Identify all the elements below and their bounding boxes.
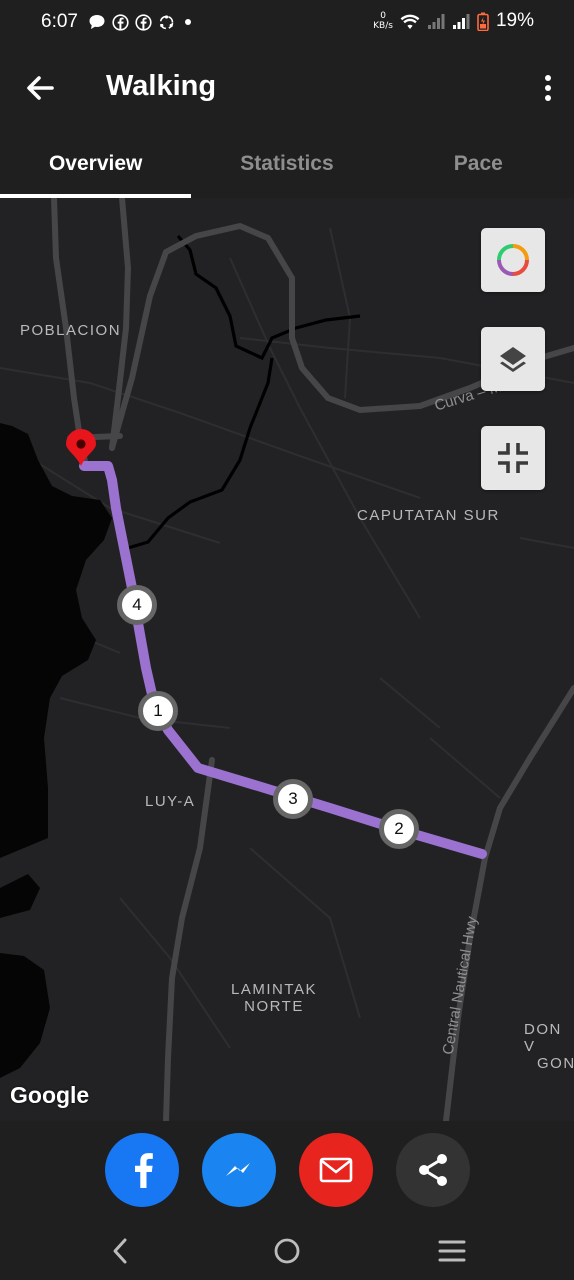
coastline — [0, 423, 112, 858]
status-time: 6:07 — [41, 11, 78, 32]
notification-icons — [88, 13, 195, 31]
map-layers-button[interactable] — [481, 327, 545, 391]
share-bar — [0, 1121, 574, 1221]
system-nav-bar — [0, 1221, 574, 1280]
layers-icon — [500, 347, 526, 372]
route-marker-1[interactable]: 1 — [138, 691, 178, 731]
signal-weak-icon — [427, 13, 445, 29]
app-bar: Walking — [0, 48, 574, 130]
map-view[interactable]: POBLACION CAPUTATAN SUR LUY-A LAMINTAK N… — [0, 198, 574, 1121]
facebook-icon — [135, 1153, 153, 1188]
share-email-button[interactable] — [299, 1133, 373, 1207]
place-label-line-2: GON — [537, 1055, 574, 1072]
place-label-line-1: DON V — [524, 1021, 562, 1055]
place-label-line-1: LAMINTAK — [231, 981, 317, 998]
facebook-icon — [135, 13, 152, 31]
net-speed: 0 KB/s — [373, 11, 393, 31]
battery-icon — [477, 12, 489, 31]
tab-pace[interactable]: Pace — [383, 130, 574, 198]
share-facebook-button[interactable] — [105, 1133, 179, 1207]
google-attribution: Google — [10, 1082, 90, 1108]
collapse-map-button[interactable] — [481, 426, 545, 490]
share-messenger-button[interactable] — [202, 1133, 276, 1207]
mail-icon — [319, 1157, 353, 1183]
status-bar: 6:07 0 KB/s 19% — [0, 0, 574, 48]
place-label-caputatan-sur: CAPUTATAN SUR — [357, 507, 500, 524]
tab-statistics[interactable]: Statistics — [191, 130, 382, 198]
tab-overview[interactable]: Overview — [0, 130, 192, 198]
route-marker-3[interactable]: 3 — [273, 779, 313, 819]
chat-bubble-icon — [89, 15, 105, 29]
color-ring-icon — [497, 244, 529, 276]
facebook-icon — [112, 13, 129, 31]
wifi-icon — [400, 14, 420, 29]
place-label-line-2: NORTE — [244, 998, 304, 1015]
messenger-icon — [226, 1163, 250, 1176]
home-circle-icon — [274, 1238, 300, 1264]
place-label-poblacion: POBLACION — [20, 322, 122, 339]
coast-islet — [0, 874, 40, 918]
place-label-don: DON V GON — [524, 1021, 574, 1072]
dot-icon — [185, 19, 191, 25]
arrow-left-icon — [27, 76, 54, 100]
nav-home-button[interactable] — [267, 1233, 307, 1269]
nav-back-button[interactable] — [100, 1233, 140, 1269]
recycle-icon — [159, 14, 174, 29]
route-color-button[interactable] — [481, 228, 545, 292]
share-icon — [419, 1154, 447, 1186]
back-button[interactable] — [22, 72, 58, 104]
place-label-luy-a: LUY-A — [145, 793, 196, 810]
battery-percent: 19% — [495, 10, 534, 31]
recents-icon — [438, 1240, 466, 1262]
route-marker-2[interactable]: 2 — [379, 809, 419, 849]
net-speed-value: 0 — [380, 11, 386, 21]
more-vertical-icon — [545, 75, 551, 101]
nav-recents-button[interactable] — [432, 1233, 472, 1269]
signal-icon — [452, 13, 470, 29]
location-pin-icon — [66, 429, 96, 466]
net-speed-unit: KB/s — [373, 21, 393, 31]
place-label-lamintak-norte: LAMINTAK NORTE — [231, 981, 317, 1015]
tab-bar: Overview Statistics Pace — [0, 130, 574, 198]
status-indicators: 0 KB/s 19% — [373, 10, 534, 32]
share-more-button[interactable] — [396, 1133, 470, 1207]
collapse-icon — [498, 443, 528, 473]
coast-south — [0, 953, 50, 1078]
back-chevron-icon — [113, 1238, 127, 1264]
route-marker-4[interactable]: 4 — [117, 585, 157, 625]
more-options-button[interactable] — [538, 72, 558, 104]
page-title: Walking — [106, 70, 217, 102]
